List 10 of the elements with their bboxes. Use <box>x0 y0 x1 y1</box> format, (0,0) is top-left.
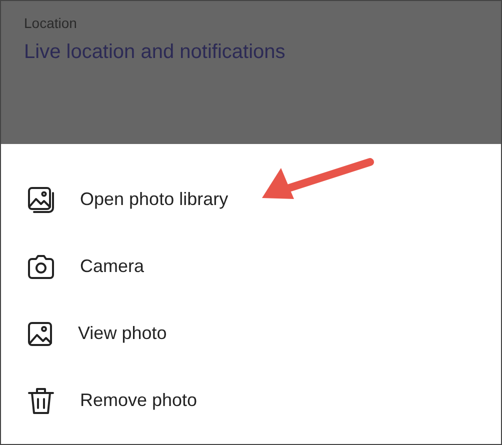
field-value: Live location and notifications <box>24 41 286 64</box>
camera-icon <box>27 254 55 280</box>
menu-item[interactable]: Camera <box>80 256 144 277</box>
menu-item[interactable]: Open photo library <box>80 189 228 210</box>
menu-item[interactable]: View photo <box>78 323 167 344</box>
field-label: Location <box>24 15 78 31</box>
trash-icon <box>27 386 55 416</box>
menu-item[interactable]: Remove photo <box>80 390 198 411</box>
gallery-icon <box>27 186 55 214</box>
image-icon <box>27 320 53 346</box>
